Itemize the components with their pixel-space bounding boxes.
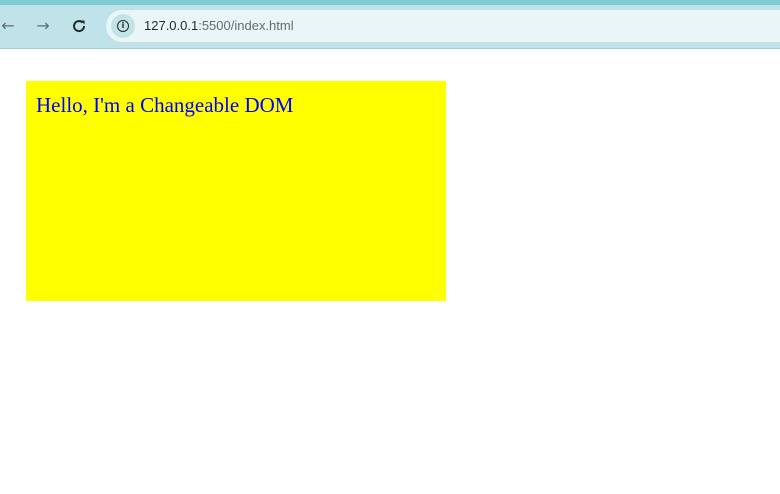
site-info-icon[interactable]: i (111, 14, 135, 38)
url-path: :5500/index.html (198, 18, 294, 33)
back-arrow-icon[interactable]: ← (0, 14, 20, 38)
browser-toolbar: ← → i 127.0.0.1:5500/index.html (0, 0, 780, 49)
dom-box-text: Hello, I'm a Changeable DOM (36, 93, 294, 117)
forward-arrow-icon[interactable]: → (31, 14, 55, 38)
changeable-dom-box: Hello, I'm a Changeable DOM (26, 81, 446, 301)
address-bar[interactable]: i 127.0.0.1:5500/index.html (106, 10, 780, 42)
url-text[interactable]: 127.0.0.1:5500/index.html (144, 18, 294, 33)
url-host: 127.0.0.1 (144, 18, 199, 33)
page-content: Hello, I'm a Changeable DOM (0, 49, 780, 494)
reload-icon[interactable] (67, 14, 91, 38)
